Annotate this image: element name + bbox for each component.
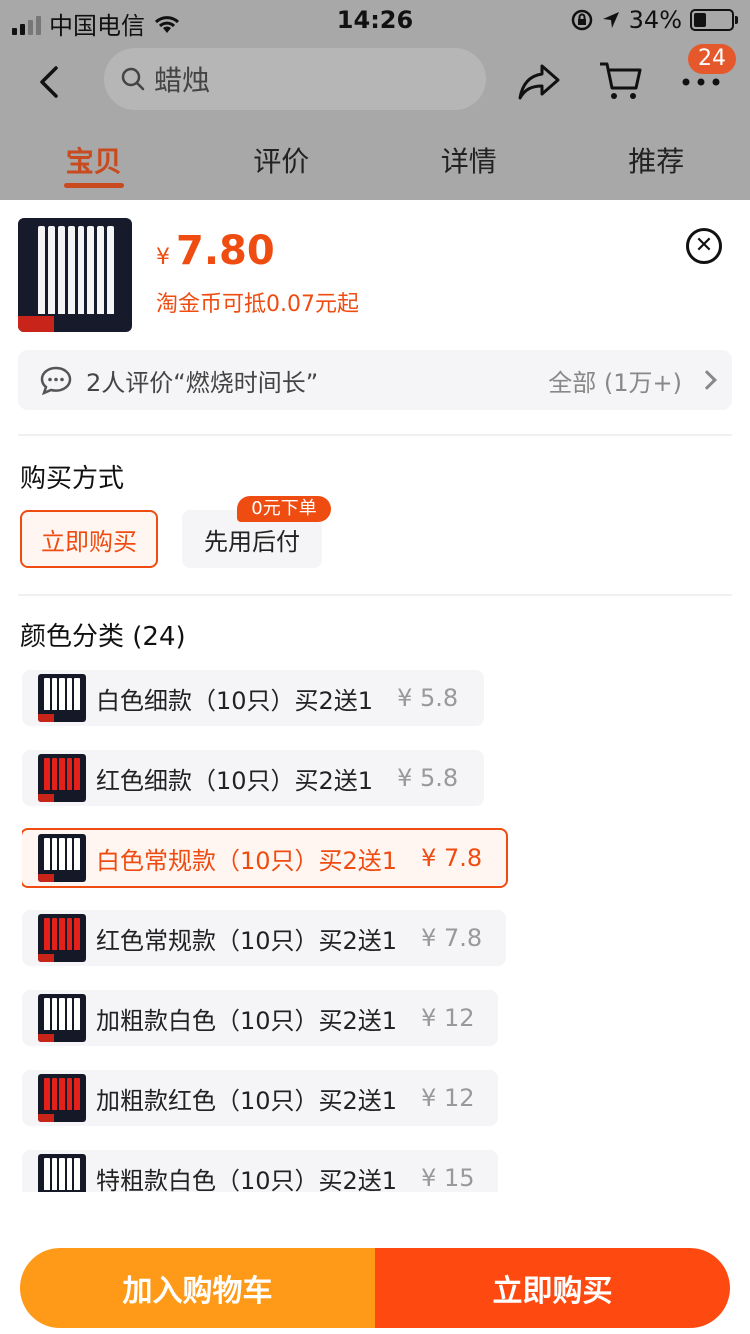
search-input[interactable] [154, 62, 454, 96]
sku-thumbnail [38, 914, 86, 962]
battery-icon [690, 9, 738, 31]
battery-percent: 34% [628, 6, 682, 34]
sku-list: 白色细款（10只）买2送1 ¥ 5.8 红色细款（10只）买2送1 ¥ 5.8 … [22, 670, 732, 1192]
sku-option[interactable]: 特粗款白色（10只）买2送1 ¥ 15 [22, 1150, 498, 1192]
price-value: 7.80 [176, 228, 275, 274]
sku-thumbnail [38, 674, 86, 722]
sku-thumbnail [38, 834, 86, 882]
message-count-badge: 24 [688, 44, 736, 74]
sku-price: ¥ 7.8 [421, 924, 483, 952]
sku-option[interactable]: 加粗款红色（10只）买2送1 ¥ 12 [22, 1070, 498, 1126]
sku-price: ¥ 15 [421, 1164, 475, 1192]
sku-option[interactable]: 白色细款（10只）买2送1 ¥ 5.8 [22, 670, 484, 726]
sku-option[interactable]: 红色常规款（10只）买2送1 ¥ 7.8 [22, 910, 506, 966]
sku-option-selected[interactable]: 白色常规款（10只）买2送1 ¥ 7.8 [22, 828, 508, 888]
buy-now-option[interactable]: 立即购买 [20, 510, 158, 568]
sku-price: ¥ 7.8 [421, 844, 483, 872]
close-button[interactable]: ✕ [686, 228, 722, 264]
back-icon[interactable] [30, 60, 70, 104]
tab-bar: 宝贝 评价 详情 推荐 [0, 130, 750, 190]
zero-down-badge: 0元下单 [237, 496, 331, 522]
divider [18, 594, 732, 596]
color-category-title: 颜色分类 (24) [20, 622, 186, 652]
close-icon: ✕ [694, 233, 714, 258]
search-icon [121, 67, 145, 91]
add-to-cart-button[interactable]: 加入购物车 [20, 1248, 375, 1328]
background-page: 中国电信 14:26 34% 蜡烛 24 宝贝 评价 详情 推荐 [0, 0, 750, 200]
review-all-link[interactable]: 全部 (1万+) [548, 363, 682, 398]
purchase-method-title: 购买方式 [20, 464, 125, 494]
tab-reviews[interactable]: 评价 [221, 130, 341, 190]
review-keyword-text: 2人评价“燃烧时间长” [86, 368, 319, 397]
search-bar[interactable] [104, 48, 486, 110]
sku-name: 白色细款（10只）买2送1 [96, 686, 374, 715]
sku-option[interactable]: 红色细款（10只）买2送1 ¥ 5.8 [22, 750, 484, 806]
sku-name: 加粗款白色（10只）买2送1 [96, 1006, 398, 1035]
sku-price: ¥ 12 [421, 1004, 475, 1032]
buy-now-button[interactable]: 立即购买 [375, 1248, 730, 1328]
divider [18, 434, 732, 436]
sku-name: 红色常规款（10只）买2送1 [96, 926, 398, 955]
tab-recommend[interactable]: 推荐 [596, 130, 716, 190]
sku-price: ¥ 5.8 [397, 764, 459, 792]
sku-thumbnail [38, 1074, 86, 1122]
chat-bubble-icon [40, 366, 72, 395]
tab-details[interactable]: 详情 [409, 130, 529, 190]
sku-name: 红色细款（10只）买2送1 [96, 766, 374, 795]
orientation-lock-icon [571, 9, 592, 31]
coin-discount-text: 淘金币可抵0.07元起 [156, 292, 359, 317]
sku-thumbnail [38, 754, 86, 802]
chevron-right-icon [697, 370, 717, 390]
status-bar: 中国电信 14:26 34% [0, 0, 750, 40]
price: ¥ 7.80 [156, 228, 275, 274]
share-icon[interactable] [516, 58, 562, 104]
sku-option[interactable]: 加粗款白色（10只）买2送1 ¥ 12 [22, 990, 498, 1046]
sku-name: 特粗款白色（10只）买2送1 [96, 1166, 398, 1193]
sku-thumbnail [38, 994, 86, 1042]
sku-name: 白色常规款（10只）买2送1 [96, 846, 398, 875]
sku-price: ¥ 12 [421, 1084, 475, 1112]
nav-bar [0, 40, 750, 124]
review-summary[interactable]: 2人评价“燃烧时间长” 全部 (1万+) [18, 350, 732, 410]
sku-price: ¥ 5.8 [397, 684, 459, 712]
cart-icon[interactable] [598, 58, 644, 104]
sku-name: 加粗款红色（10只）买2送1 [96, 1086, 398, 1115]
location-icon [602, 12, 619, 28]
price-symbol: ¥ [156, 245, 170, 270]
sku-thumbnail [38, 1154, 86, 1192]
tab-item[interactable]: 宝贝 [34, 130, 154, 190]
sku-sheet: ¥ 7.80 淘金币可抵0.07元起 ✕ 2人评价“燃烧时间长” 全部 (1万+… [0, 200, 750, 1334]
product-thumbnail[interactable] [18, 218, 132, 332]
